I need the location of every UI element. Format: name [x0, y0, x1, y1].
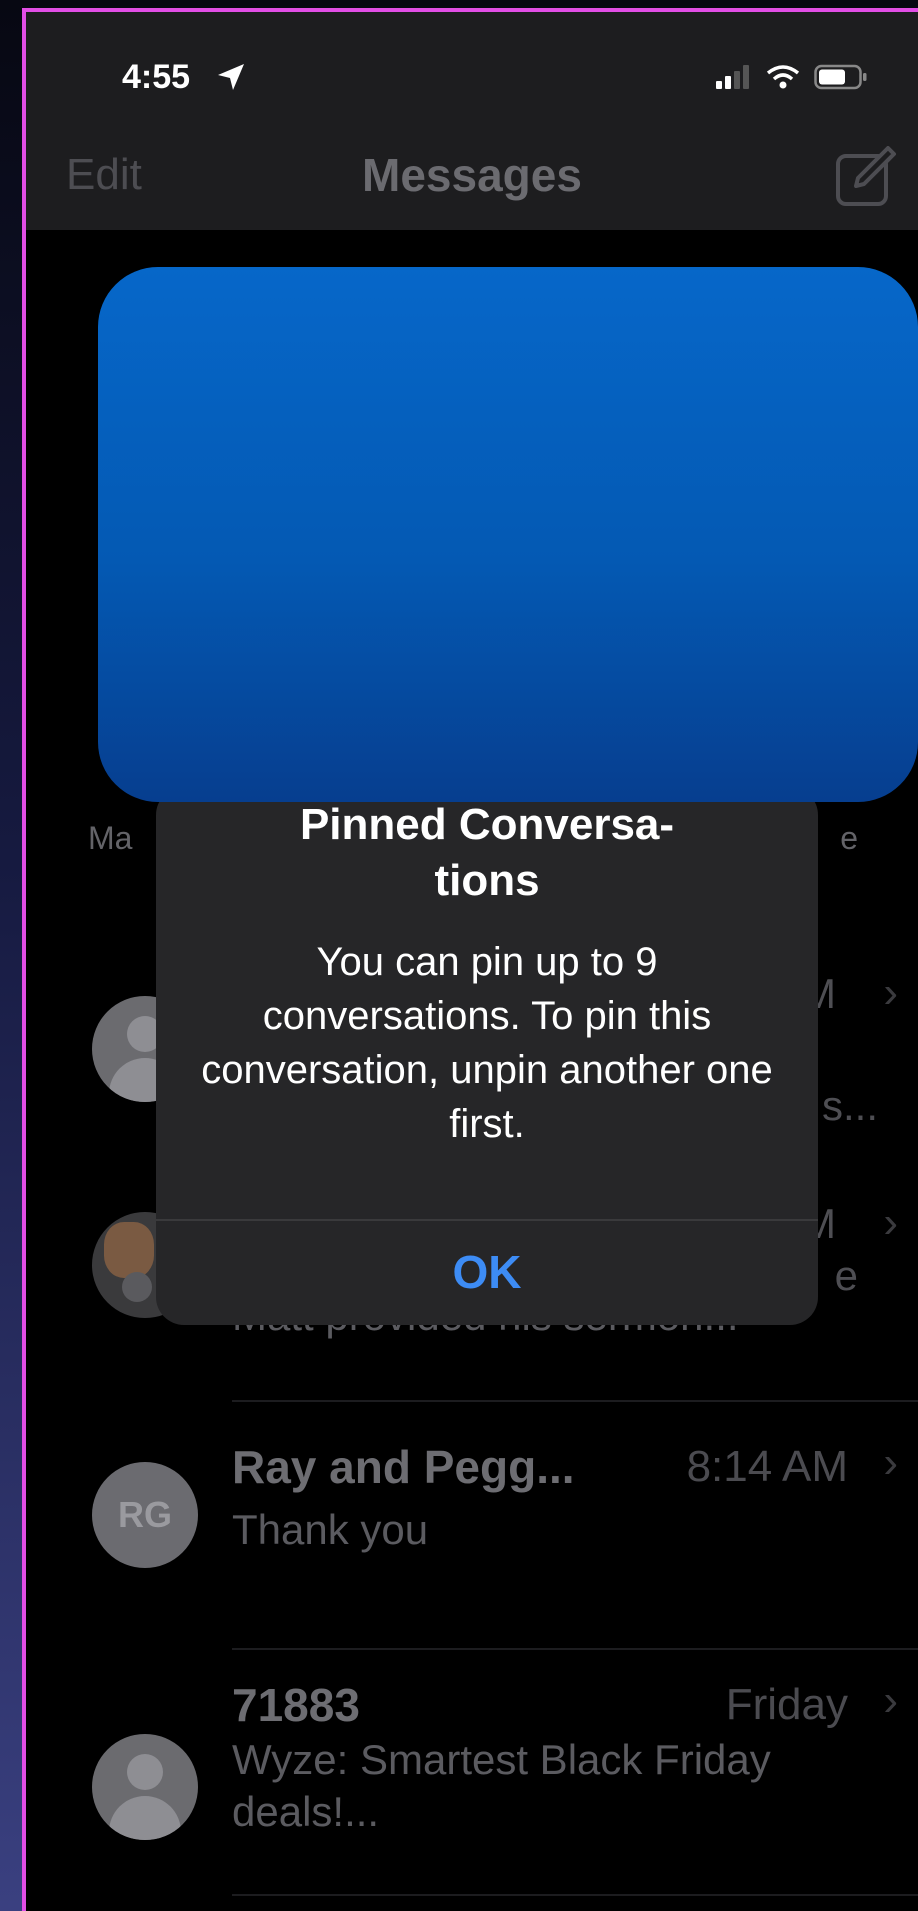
contact-name: Ray and Pegg...: [232, 1441, 575, 1493]
preview-fragment: s...: [821, 1082, 878, 1129]
avatar: RG: [92, 1462, 198, 1568]
chevron-right-icon: ›: [883, 1676, 898, 1725]
pinned-label-fragment: e: [840, 820, 858, 856]
group-member-badge: [122, 1272, 152, 1302]
person-icon: [127, 1754, 163, 1790]
message-time: Friday: [725, 1680, 848, 1729]
status-time: 4:55: [122, 58, 191, 96]
phone-screen: 4:55 Edit Messages Ma e M › s... M › e R…: [22, 8, 918, 1911]
battery-icon: [814, 64, 867, 90]
divider: [232, 1894, 918, 1896]
alert-message: You can pin up to 9 conversations. To pi…: [201, 940, 773, 1146]
chevron-right-icon: ›: [883, 1198, 898, 1247]
message-preview: Wyze: Smartest Black Friday deals!...: [232, 1736, 771, 1835]
chevron-right-icon: ›: [883, 968, 898, 1017]
status-icons: [716, 64, 868, 90]
cellular-signal-icon: [716, 65, 749, 89]
page-title: Messages: [362, 149, 582, 201]
nav-bar: Edit Messages: [26, 112, 918, 230]
alert-title: Pinned Conversa- tions: [299, 800, 675, 905]
list-item[interactable]: RG Ray and Pegg... 8:14 AM › Thank you: [26, 1402, 918, 1648]
wifi-icon: [766, 65, 800, 89]
redaction-block: [98, 267, 918, 802]
list-item[interactable]: 71883 Friday › Wyze: Smartest Black Frid…: [26, 1650, 918, 1894]
message-time: 8:14 AM: [686, 1442, 848, 1491]
compose-icon[interactable]: [834, 146, 898, 208]
ok-button[interactable]: OK: [156, 1219, 818, 1325]
contact-name: 71883: [232, 1679, 360, 1731]
avatar: [92, 1734, 198, 1840]
pinned-label-fragment: Ma: [88, 820, 133, 856]
chevron-right-icon: ›: [883, 1438, 898, 1487]
pinned-limit-alert: Pinned Conversa- tions You can pin up to…: [156, 787, 818, 1325]
message-preview: Thank you: [232, 1506, 429, 1553]
location-arrow-icon: [218, 64, 244, 90]
